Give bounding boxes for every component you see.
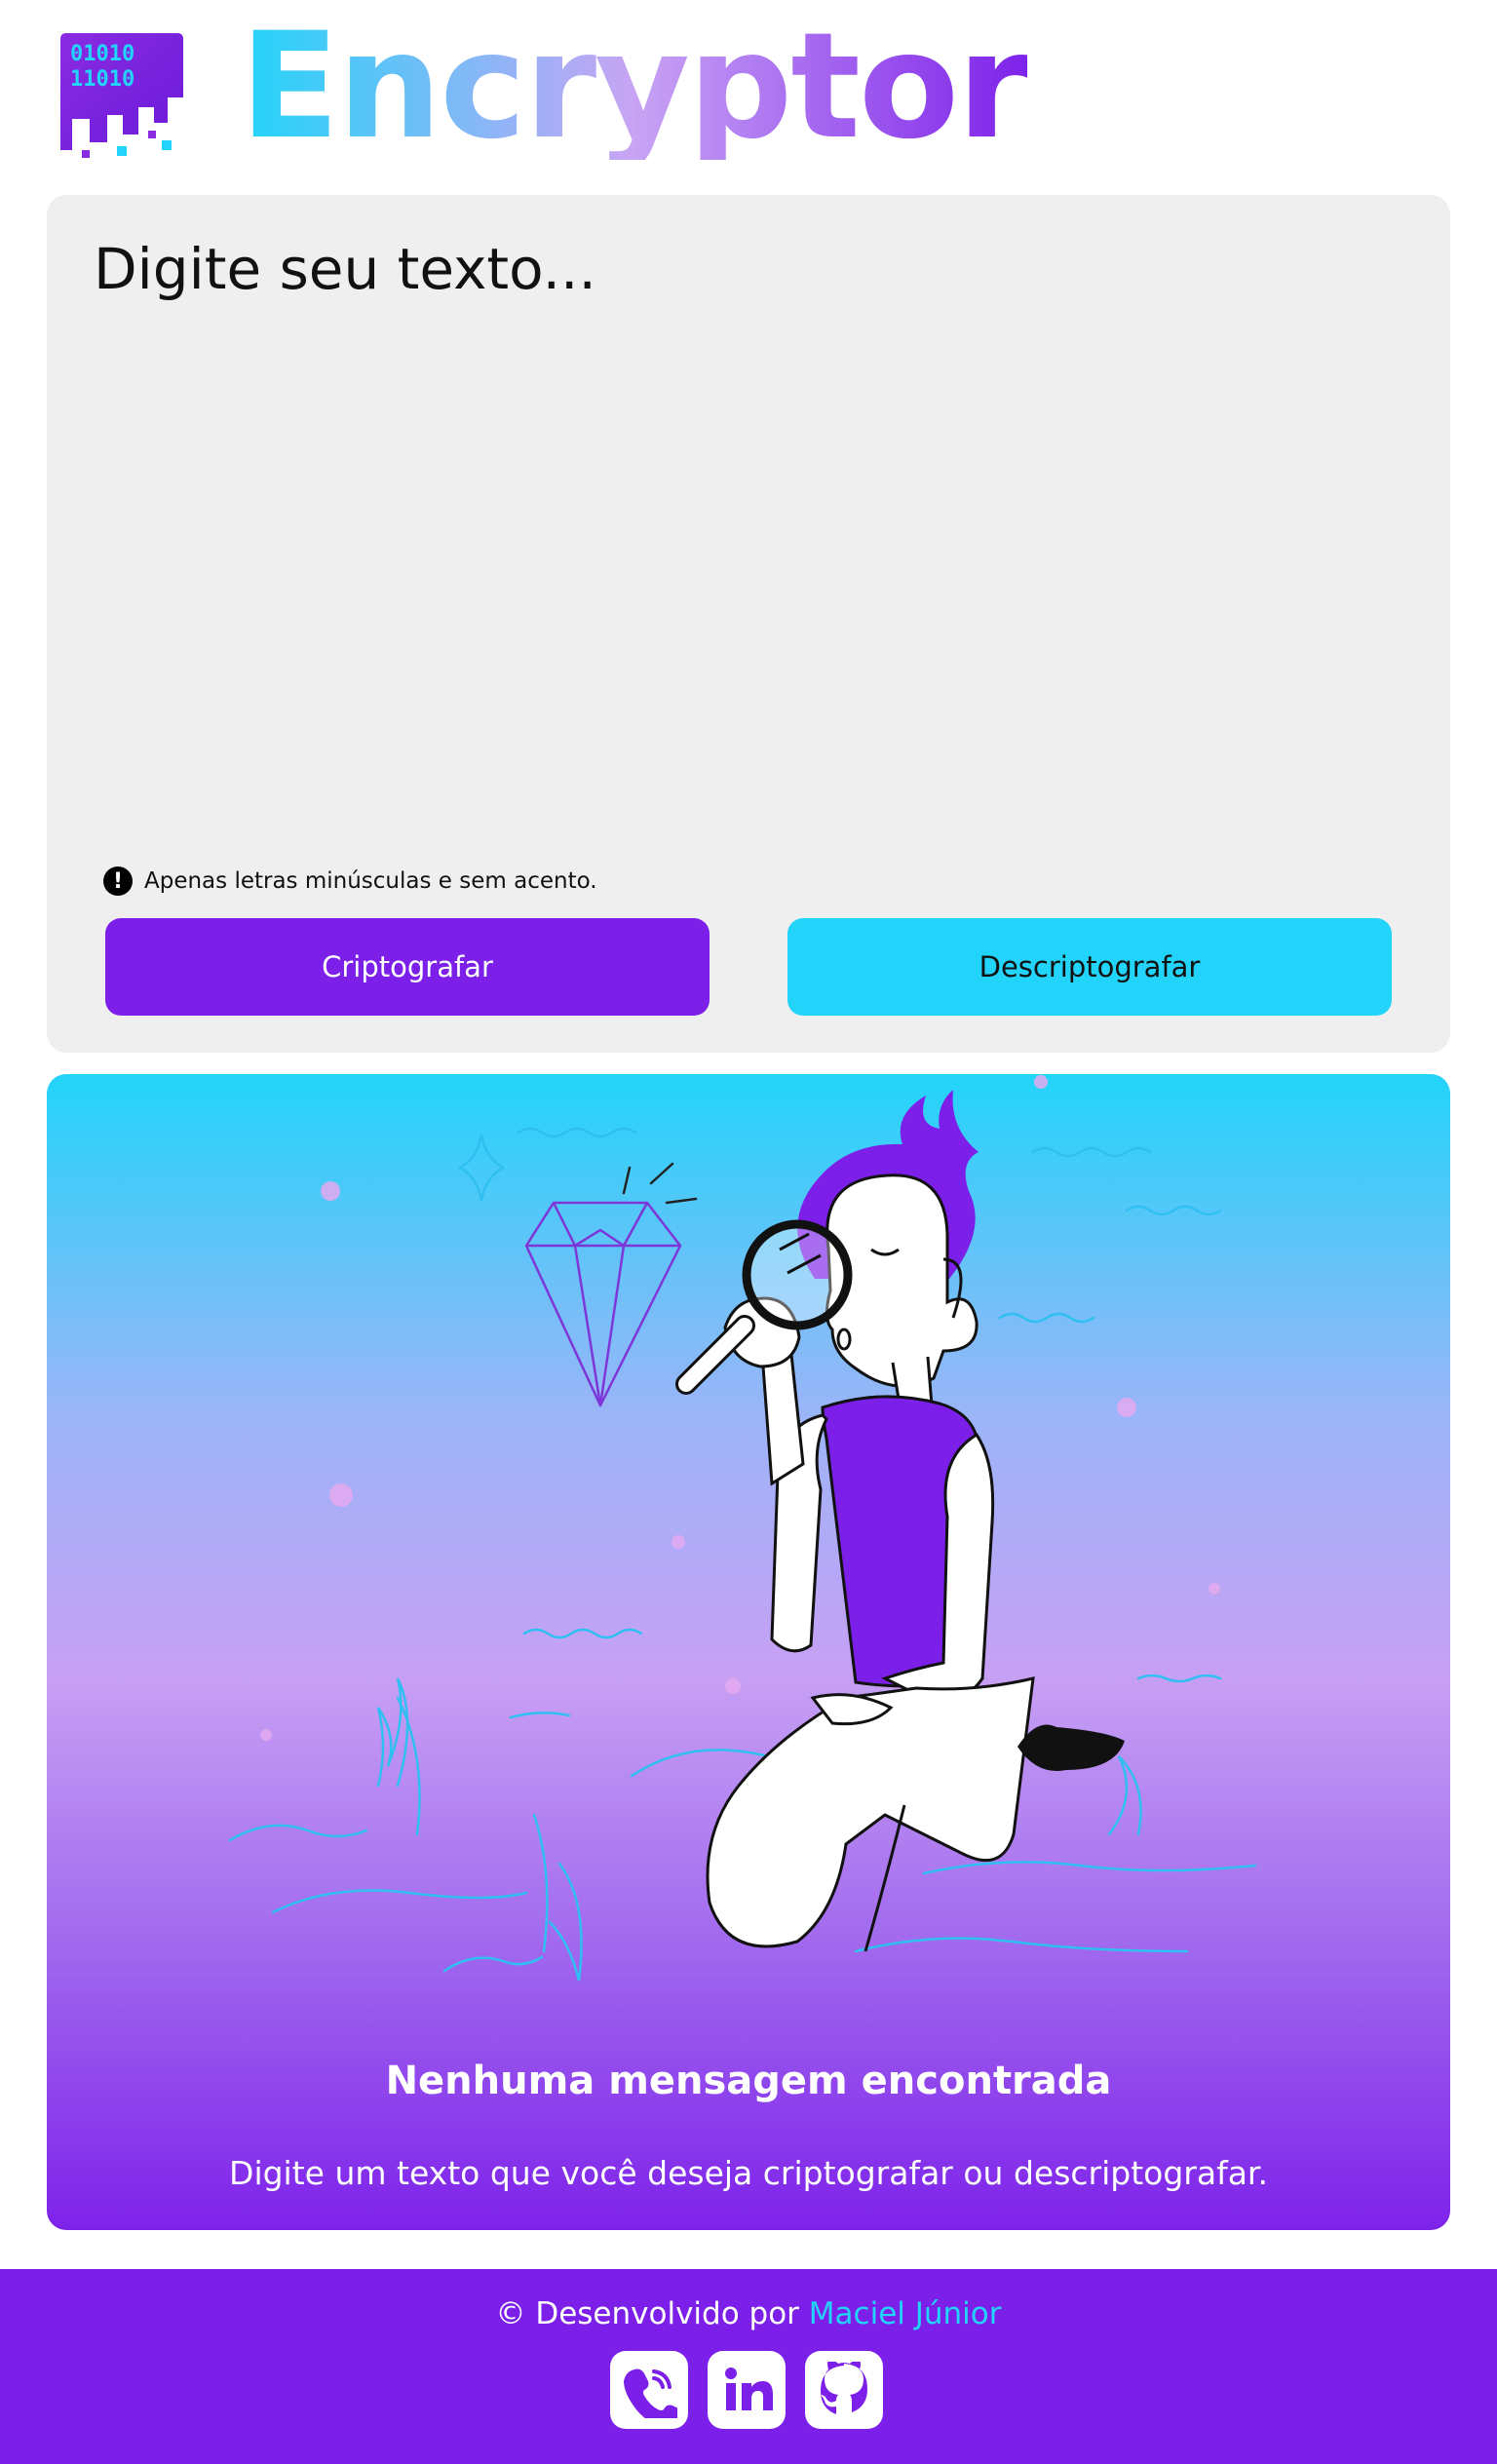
input-panel: ! Apenas letras minúsculas e sem acento.… — [47, 195, 1450, 1053]
hint-text: Apenas letras minúsculas e sem acento. — [144, 868, 597, 894]
magnifier-person-illustration — [228, 1075, 1257, 1982]
footer: © Desenvolvido por Maciel Júnior — [0, 2269, 1497, 2464]
decrypt-button[interactable]: Descriptografar — [787, 918, 1392, 1016]
social-links — [610, 2351, 883, 2429]
header: 01010 11010 Encryptor — [0, 0, 1497, 195]
output-title: Nenhuma mensagem encontrada — [385, 2059, 1112, 2103]
output-description: Digite um texto que você deseja criptogr… — [229, 2154, 1268, 2192]
phone-icon[interactable] — [610, 2351, 688, 2429]
logo-binary-row-1: 01010 — [70, 42, 134, 66]
logo-binary-row-2: 11010 — [70, 67, 134, 92]
credit-prefix: © Desenvolvido por — [495, 2296, 799, 2331]
hint: ! Apenas letras minúsculas e sem acento. — [103, 864, 597, 899]
exclamation-icon: ! — [103, 866, 133, 896]
text-input[interactable] — [94, 236, 1390, 840]
brand-title: Encryptor — [240, 2, 1029, 172]
author-link[interactable]: Maciel Júnior — [809, 2296, 1002, 2331]
logo-icon: 01010 11010 — [60, 33, 183, 158]
output-panel: Nenhuma mensagem encontrada Digite um te… — [47, 1074, 1450, 2230]
encrypt-button[interactable]: Criptografar — [105, 918, 710, 1016]
linkedin-icon[interactable] — [708, 2351, 786, 2429]
github-icon[interactable] — [805, 2351, 883, 2429]
credit: © Desenvolvido por Maciel Júnior — [0, 2296, 1497, 2331]
